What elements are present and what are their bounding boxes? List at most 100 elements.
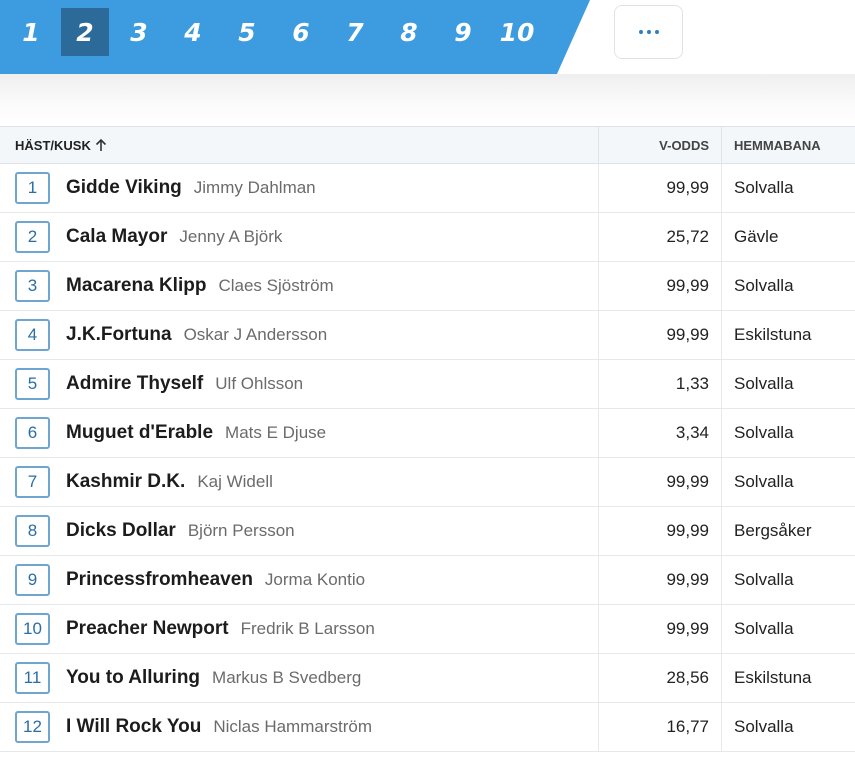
column-header-v-odds[interactable]: V-ODDS <box>599 127 722 163</box>
content-spacer <box>0 74 855 126</box>
horse-name[interactable]: Princessfromheaven <box>66 569 253 591</box>
start-number: 6 <box>15 417 50 449</box>
more-dots-icon <box>638 30 659 34</box>
start-number: 12 <box>15 711 50 743</box>
driver-name[interactable]: Fredrik B Larsson <box>241 619 375 639</box>
table-row[interactable]: 4 J.K.Fortuna Oskar J Andersson 99,99 Eskils… <box>0 311 855 360</box>
horse-name[interactable]: You to Alluring <box>66 667 200 689</box>
race-tab-5[interactable]: 5 <box>220 8 274 56</box>
table-row[interactable]: 1 Gidde Viking Jimmy Dahlman 99,99 Solvalla <box>0 164 855 213</box>
home-track-cell: Solvalla <box>734 374 794 393</box>
horse-driver-cell: 8 Dicks Dollar Björn Persson <box>0 507 599 555</box>
home-track-cell: Solvalla <box>734 276 794 295</box>
start-number: 10 <box>15 613 50 645</box>
horse-name[interactable]: Macarena Klipp <box>66 275 206 297</box>
horse-driver-cell: 6 Muguet d'Erable Mats E Djuse <box>0 409 599 457</box>
home-track-cell: Solvalla <box>734 472 794 491</box>
start-number: 9 <box>15 564 50 596</box>
start-number: 5 <box>15 368 50 400</box>
table-row[interactable]: 7 Kashmir D.K. Kaj Widell 99,99 Solvalla <box>0 458 855 507</box>
column-header-home-track-label: HEMMABANA <box>734 137 821 153</box>
home-track-cell: Eskilstuna <box>734 325 812 344</box>
horse-name[interactable]: I Will Rock You <box>66 716 201 738</box>
table-row[interactable]: 11 You to Alluring Markus B Svedberg 28,56 E… <box>0 654 855 703</box>
table-body: 1 Gidde Viking Jimmy Dahlman 99,99 Solvalla 2… <box>0 164 855 752</box>
column-header-horse-driver[interactable]: HÄST/KUSK <box>0 127 599 163</box>
driver-name[interactable]: Mats E Djuse <box>225 423 326 443</box>
horse-driver-cell: 12 I Will Rock You Niclas Hammarström <box>0 703 599 751</box>
home-track-cell: Solvalla <box>734 619 794 638</box>
driver-name[interactable]: Claes Sjöström <box>218 276 333 296</box>
home-track-cell: Eskilstuna <box>734 668 812 687</box>
home-track-cell: Solvalla <box>734 717 794 736</box>
horse-driver-cell: 4 J.K.Fortuna Oskar J Andersson <box>0 311 599 359</box>
race-tab-7[interactable]: 7 <box>328 8 382 56</box>
driver-name[interactable]: Jimmy Dahlman <box>194 178 316 198</box>
v-odds-cell: 99,99 <box>599 311 722 359</box>
horse-name[interactable]: Muguet d'Erable <box>66 422 213 444</box>
start-number: 4 <box>15 319 50 351</box>
start-number: 11 <box>15 662 50 694</box>
race-tab-10[interactable]: 10 <box>490 8 544 56</box>
horse-driver-cell: 9 Princessfromheaven Jorma Kontio <box>0 556 599 604</box>
race-tab-1[interactable]: 1 <box>4 8 58 56</box>
race-tab-6[interactable]: 6 <box>274 8 328 56</box>
race-tab-4[interactable]: 4 <box>166 8 220 56</box>
column-header-home-track[interactable]: HEMMABANA <box>722 127 855 163</box>
driver-name[interactable]: Jenny A Björk <box>179 227 282 247</box>
driver-name[interactable]: Björn Persson <box>188 521 295 541</box>
horse-name[interactable]: Preacher Newport <box>66 618 229 640</box>
v-odds-cell: 99,99 <box>599 605 722 653</box>
horse-driver-cell: 1 Gidde Viking Jimmy Dahlman <box>0 164 599 212</box>
v-odds-cell: 16,77 <box>599 703 722 751</box>
start-list-table: HÄST/KUSK V-ODDS HEMMABANA 1 Gidde Viking… <box>0 126 855 752</box>
v-odds-cell: 99,99 <box>599 262 722 310</box>
horse-name[interactable]: J.K.Fortuna <box>66 324 172 346</box>
horse-name[interactable]: Cala Mayor <box>66 226 167 248</box>
start-number: 8 <box>15 515 50 547</box>
driver-name[interactable]: Oskar J Andersson <box>184 325 328 345</box>
home-track-cell: Solvalla <box>734 570 794 589</box>
horse-name[interactable]: Kashmir D.K. <box>66 471 185 493</box>
horse-name[interactable]: Admire Thyself <box>66 373 203 395</box>
table-row[interactable]: 3 Macarena Klipp Claes Sjöström 99,99 Solval… <box>0 262 855 311</box>
v-odds-cell: 99,99 <box>599 164 722 212</box>
horse-driver-cell: 2 Cala Mayor Jenny A Björk <box>0 213 599 261</box>
v-odds-cell: 1,33 <box>599 360 722 408</box>
table-row[interactable]: 5 Admire Thyself Ulf Ohlsson 1,33 Solvalla <box>0 360 855 409</box>
table-row[interactable]: 6 Muguet d'Erable Mats E Djuse 3,34 Solvalla <box>0 409 855 458</box>
driver-name[interactable]: Jorma Kontio <box>265 570 365 590</box>
race-tab-2[interactable]: 2 <box>61 8 109 56</box>
table-row[interactable]: 2 Cala Mayor Jenny A Björk 25,72 Gävle <box>0 213 855 262</box>
horse-name[interactable]: Dicks Dollar <box>66 520 176 542</box>
driver-name[interactable]: Niclas Hammarström <box>213 717 372 737</box>
v-odds-cell: 3,34 <box>599 409 722 457</box>
start-number: 2 <box>15 221 50 253</box>
start-number: 7 <box>15 466 50 498</box>
table-row[interactable]: 10 Preacher Newport Fredrik B Larsson 99,99… <box>0 605 855 654</box>
driver-name[interactable]: Markus B Svedberg <box>212 668 361 688</box>
horse-driver-cell: 7 Kashmir D.K. Kaj Widell <box>0 458 599 506</box>
v-odds-cell: 99,99 <box>599 507 722 555</box>
start-number: 1 <box>15 172 50 204</box>
column-header-v-odds-label: V-ODDS <box>659 137 709 153</box>
horse-name[interactable]: Gidde Viking <box>66 177 182 199</box>
table-row[interactable]: 9 Princessfromheaven Jorma Kontio 99,99 Solv… <box>0 556 855 605</box>
driver-name[interactable]: Ulf Ohlsson <box>215 374 303 394</box>
horse-driver-cell: 3 Macarena Klipp Claes Sjöström <box>0 262 599 310</box>
v-odds-cell: 28,56 <box>599 654 722 702</box>
column-header-horse-driver-label: HÄST/KUSK <box>15 137 91 153</box>
home-track-cell: Bergsåker <box>734 521 812 540</box>
table-row[interactable]: 8 Dicks Dollar Björn Persson 99,99 Bergsåker <box>0 507 855 556</box>
home-track-cell: Gävle <box>734 227 779 246</box>
race-tab-8[interactable]: 8 <box>382 8 436 56</box>
table-row[interactable]: 12 I Will Rock You Niclas Hammarström 16,77… <box>0 703 855 752</box>
horse-driver-cell: 11 You to Alluring Markus B Svedberg <box>0 654 599 702</box>
race-tab-9[interactable]: 9 <box>436 8 490 56</box>
v-odds-cell: 99,99 <box>599 556 722 604</box>
home-track-cell: Solvalla <box>734 178 794 197</box>
more-options-button[interactable] <box>614 5 683 59</box>
race-tab-3[interactable]: 3 <box>112 8 166 56</box>
driver-name[interactable]: Kaj Widell <box>197 472 273 492</box>
horse-driver-cell: 5 Admire Thyself Ulf Ohlsson <box>0 360 599 408</box>
